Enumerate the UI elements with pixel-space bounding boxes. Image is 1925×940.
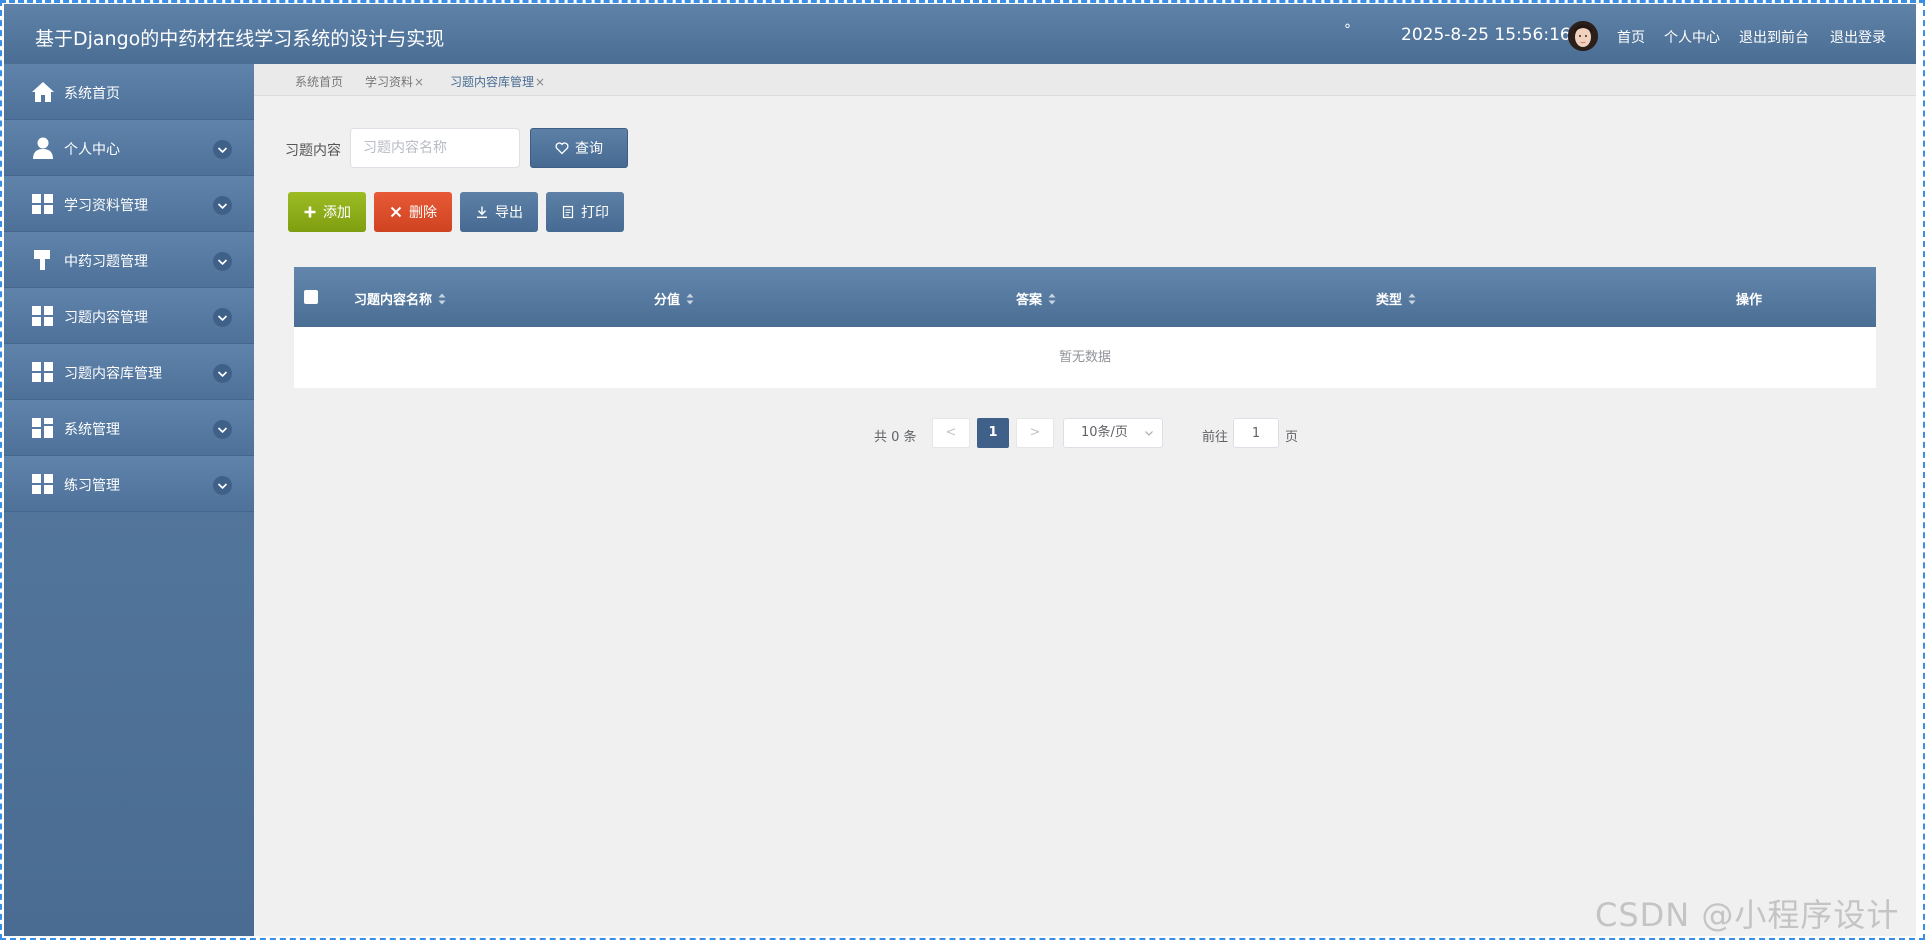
sidebar-item-label: 个人中心 [64,142,120,158]
sort-icon[interactable] [438,293,446,305]
query-button-label: 查询 [575,141,603,157]
grid-icon [31,361,55,383]
chevron-down-icon[interactable] [213,196,232,215]
column-header-label: 操作 [1736,293,1763,308]
sidebar-item-label: 系统管理 [64,422,120,438]
sidebar-item-label: 学习资料管理 [64,198,148,214]
column-header-label: 习题内容名称 [354,293,433,308]
sidebar-item-label: 习题内容库管理 [64,366,162,382]
sidebar-item-practice[interactable]: 练习管理 [4,456,254,512]
close-icon[interactable]: × [414,75,424,89]
app-title: 基于Django的中药材在线学习系统的设计与实现 [35,28,445,50]
nav-home-link[interactable]: 首页 [1617,27,1645,47]
tab-label: 学习资料 [365,75,414,89]
chevron-down-icon[interactable] [213,476,232,495]
add-button[interactable]: 添加 [288,192,366,232]
table-header: 习题内容名称 分值 答案 类型 操作 [294,267,1876,327]
grid-icon [31,417,55,439]
chevron-down-icon[interactable] [213,140,232,159]
user-icon [31,137,55,159]
sidebar-item-profile[interactable]: 个人中心 [4,120,254,176]
sidebar-item-label: 练习管理 [64,478,120,494]
home-icon [31,81,55,103]
tab-label: 系统首页 [295,75,344,89]
brush-icon [31,249,55,271]
grid-icon [31,193,55,215]
search-input[interactable] [350,128,520,168]
sidebar-item-herb-exercises[interactable]: 中药习题管理 [4,232,254,288]
chevron-down-icon[interactable] [213,308,232,327]
prev-page-button[interactable]: < [932,418,970,448]
tabs-bar: 系统首页 学习资料× 习题内容库管理× [254,64,1916,96]
chevron-down-icon[interactable] [213,252,232,271]
tab-home[interactable]: 系统首页 [295,73,343,90]
column-header-type[interactable]: 类型 [1376,289,1416,308]
select-all-checkbox[interactable] [304,290,318,304]
top-header: 基于Django的中药材在线学习系统的设计与实现 ° 2025-8-25 15:… [4,4,1916,64]
empty-state-text: 暂无数据 [1058,350,1111,365]
page-number-current[interactable]: 1 [977,418,1009,448]
chevron-down-icon [1145,431,1153,436]
grid-icon [31,305,55,327]
datetime-display: 2025-8-25 15:56:16 [1401,25,1571,45]
download-icon [477,206,487,218]
add-button-label: 添加 [323,205,351,221]
next-page-button[interactable]: > [1016,418,1054,448]
tab-label: 习题内容库管理 [450,75,535,89]
grid-icon [31,473,55,495]
data-table: 习题内容名称 分值 答案 类型 操作 暂无数据 [294,267,1876,388]
sidebar-item-label: 习题内容管理 [64,310,148,326]
page-size-value: 10条/页 [1081,425,1128,440]
column-header-name[interactable]: 习题内容名称 [354,289,446,308]
sidebar-item-label: 系统首页 [64,86,120,102]
column-header-score[interactable]: 分值 [654,289,694,308]
export-button-label: 导出 [495,205,523,221]
print-button-label: 打印 [581,205,609,221]
document-icon [562,205,574,219]
print-button[interactable]: 打印 [546,192,624,232]
search-label: 习题内容 [285,143,341,159]
chevron-down-icon[interactable] [213,420,232,439]
column-header-answer[interactable]: 答案 [1016,289,1056,308]
delete-button[interactable]: 删除 [374,192,452,232]
plus-icon [304,206,316,218]
watermark-text: CSDN @小程序设计 [1595,896,1900,934]
sidebar-item-study-materials[interactable]: 学习资料管理 [4,176,254,232]
sidebar-item-exercise-content[interactable]: 习题内容管理 [4,288,254,344]
tab-study-materials[interactable]: 学习资料× [365,73,424,90]
nav-logout-link[interactable]: 退出登录 [1830,27,1886,47]
close-icon [390,206,402,218]
chevron-down-icon[interactable] [213,364,232,383]
sidebar: 系统首页 个人中心 学习资料管理 中药习题管理 习题内容管理 习题内容库管理 系… [4,64,254,936]
delete-button-label: 删除 [409,205,437,221]
sort-icon[interactable] [686,293,694,305]
nav-frontend-link[interactable]: 退出到前台 [1739,27,1809,47]
column-header-label: 类型 [1376,293,1403,308]
page-size-select[interactable]: 10条/页 [1063,418,1163,448]
page-jump-label: 前往 [1202,430,1229,445]
close-icon[interactable]: × [535,75,545,89]
column-header-label: 答案 [1016,293,1043,308]
tab-exercise-bank[interactable]: 习题内容库管理× [450,73,545,90]
sidebar-item-exercise-bank[interactable]: 习题内容库管理 [4,344,254,400]
avatar[interactable] [1568,21,1598,51]
sort-icon[interactable] [1408,293,1416,305]
degree-text: ° [1344,22,1351,38]
column-header-actions: 操作 [1736,289,1762,308]
export-button[interactable]: 导出 [460,192,538,232]
page-jump-suffix: 页 [1285,430,1299,445]
heart-icon [555,142,569,155]
sidebar-item-system[interactable]: 系统管理 [4,400,254,456]
page-jump-input[interactable] [1233,418,1279,448]
sidebar-item-label: 中药习题管理 [64,254,148,270]
app: 基于Django的中药材在线学习系统的设计与实现 ° 2025-8-25 15:… [4,4,1916,936]
sidebar-item-home[interactable]: 系统首页 [4,64,254,120]
query-button[interactable]: 查询 [530,128,628,168]
nav-profile-link[interactable]: 个人中心 [1664,27,1720,47]
sort-icon[interactable] [1048,293,1056,305]
column-header-label: 分值 [654,293,681,308]
pagination-total: 共 0 条 [874,430,917,445]
